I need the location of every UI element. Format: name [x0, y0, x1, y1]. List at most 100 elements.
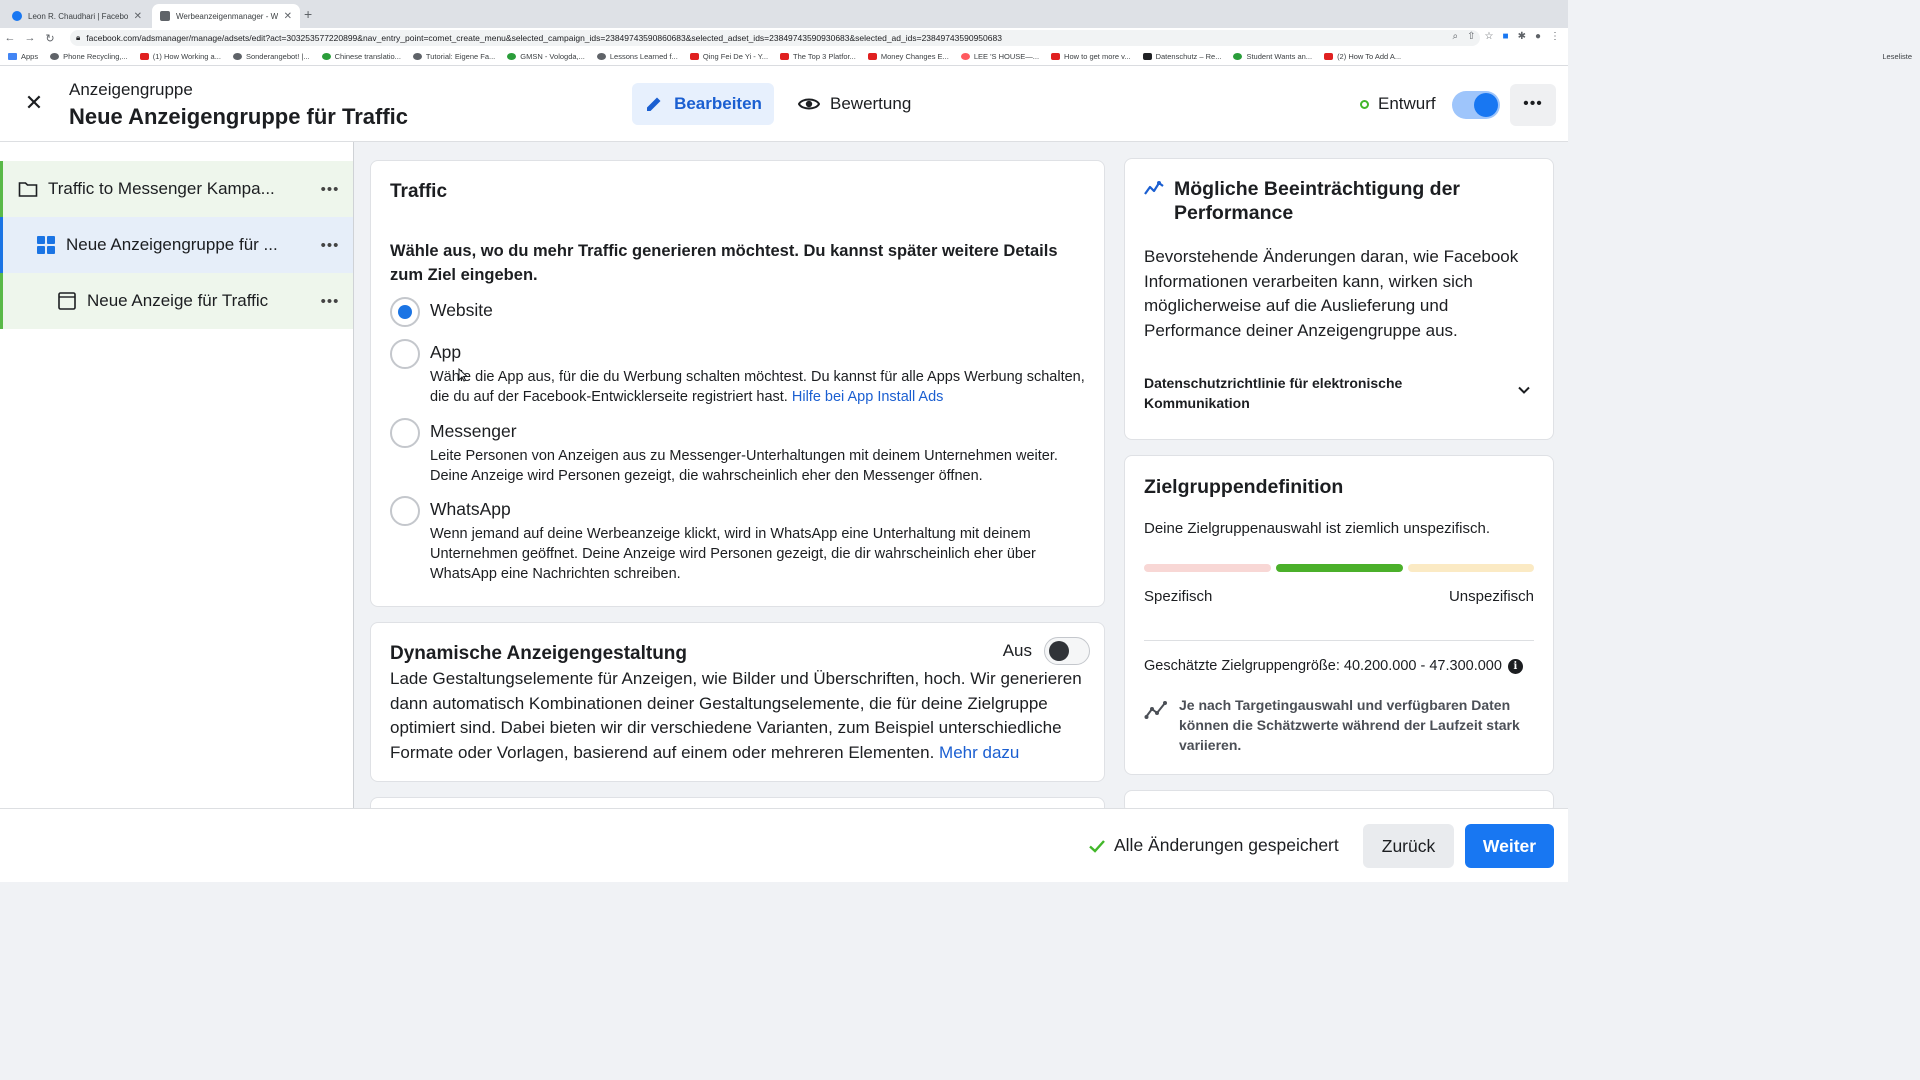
review-button[interactable]: Bewertung	[798, 83, 911, 125]
privacy-policy-expander[interactable]: Datenschutzrichtlinie für elektronische …	[1144, 373, 1474, 413]
bookmark-item[interactable]: Datenschutz – Re...	[1142, 52, 1221, 61]
page-title: Neue Anzeigengruppe für Traffic	[69, 104, 409, 129]
bookmark-item[interactable]: Tutorial: Eigene Fa...	[412, 52, 495, 61]
hashtag-icon	[412, 53, 422, 60]
performance-text: Bevorstehende Änderungen daran, wie Face…	[1144, 247, 1519, 340]
url-text: facebook.com/adsmanager/manage/adsets/ed…	[86, 33, 1002, 43]
bookmark-item[interactable]: Apps	[8, 52, 38, 61]
url-bar[interactable]: 🔒︎ facebook.com/adsmanager/manage/adsets…	[70, 30, 1480, 46]
profile-avatar-icon[interactable]: ●	[1535, 31, 1541, 42]
browser-tab-facebook[interactable]: Leon R. Chaudhari | Facebook ✕	[4, 4, 150, 28]
bookmark-item[interactable]: Money Changes E...	[867, 52, 949, 61]
chevron-down-icon[interactable]	[1517, 383, 1531, 397]
estimate-trend-icon	[1144, 701, 1167, 719]
meter-label-specific: Spezifisch	[1144, 588, 1213, 605]
browser-toolbar-icons: ⌕ ⇧ ☆ ■ ✱ ● ⋮	[1453, 31, 1560, 42]
ad-window-icon	[58, 292, 76, 310]
bookmark-item[interactable]: Chinese translatio...	[321, 52, 401, 61]
bookmark-item[interactable]: Lessons Learned f...	[596, 52, 678, 61]
radio-messenger[interactable]	[390, 418, 420, 448]
forward-arrow-icon[interactable]: →	[20, 32, 40, 44]
radio-website[interactable]	[390, 297, 420, 327]
audience-definition-card: Zielgruppendefinition Deine Zielgruppena…	[1124, 455, 1554, 775]
checkmark-icon	[1089, 839, 1105, 853]
traffic-lead-text: Wähle aus, wo du mehr Traffic generieren…	[390, 242, 1058, 284]
bookmark-favicon-icon	[232, 53, 242, 60]
audience-title: Zielgruppendefinition	[1144, 476, 1344, 498]
adsmanager-favicon-icon	[160, 11, 170, 21]
adset-active-toggle[interactable]	[1452, 91, 1500, 119]
bookmarks-bar: Apps Phone Recycling,... (1) How Working…	[0, 48, 1568, 66]
bookmark-item[interactable]: GMSN - Vologda,...	[507, 52, 585, 61]
option-label: Website	[430, 300, 493, 320]
browser-menu-icon[interactable]: ⋮	[1550, 31, 1560, 42]
extension-facebook-icon[interactable]: ■	[1503, 31, 1509, 42]
dynamic-creative-card: Dynamische Anzeigengestaltung Aus Lade G…	[370, 622, 1105, 782]
option-label: Messenger	[430, 421, 517, 441]
browser-tabbar: Leon R. Chaudhari | Facebook ✕ Werbeanze…	[0, 0, 1568, 28]
tab-close-icon[interactable]: ✕	[284, 11, 292, 22]
sidebar-item-more-icon[interactable]: •••	[307, 293, 353, 310]
bookmark-item[interactable]: (2) How To Add A...	[1324, 52, 1401, 61]
estimate-note: Je nach Targetingauswahl und verfügbaren…	[1179, 697, 1520, 753]
bookmark-favicon-icon	[507, 53, 517, 60]
close-icon[interactable]: ✕	[22, 92, 46, 116]
next-button[interactable]: Weiter	[1465, 824, 1554, 868]
back-arrow-icon[interactable]: ←	[0, 32, 20, 44]
performance-title: Mögliche Beeinträchtigung der Performanc…	[1174, 178, 1461, 224]
bookmark-item[interactable]: Qing Fei De Yi - Y...	[689, 52, 768, 61]
bookmark-item[interactable]: Student Wants an...	[1233, 52, 1312, 61]
review-button-label: Bewertung	[830, 94, 912, 113]
status-badge: Entwurf	[1360, 94, 1436, 114]
bookmark-item[interactable]: The Top 3 Platfor...	[780, 52, 856, 61]
bookmark-favicon-icon	[1142, 53, 1152, 60]
pencil-icon	[647, 97, 661, 111]
option-description: Wenn jemand auf deine Werbeanzeige klick…	[430, 526, 1036, 582]
sidebar-item-adset[interactable]: Neue Anzeigengruppe für ... •••	[0, 217, 353, 273]
tab-close-icon[interactable]: ✕	[134, 11, 142, 22]
bookmark-item[interactable]: LEE 'S HOUSE—...	[960, 52, 1039, 61]
toggle-knob	[1049, 641, 1069, 661]
share-icon[interactable]: ⇧	[1467, 31, 1475, 42]
reload-icon[interactable]: ↻	[40, 32, 60, 45]
radio-whatsapp[interactable]	[390, 496, 420, 526]
bookmark-favicon-icon	[321, 53, 331, 60]
dynamic-creative-title: Dynamische Anzeigengestaltung	[390, 643, 688, 664]
back-button[interactable]: Zurück	[1363, 824, 1454, 868]
zoom-icon[interactable]: ⌕	[1453, 31, 1459, 42]
traffic-card: Traffic Wähle aus, wo du mehr Traffic ge…	[370, 160, 1105, 607]
tab-label: Leon R. Chaudhari | Facebook	[28, 11, 128, 21]
dynamic-creative-toggle[interactable]	[1044, 637, 1090, 665]
extensions-puzzle-icon[interactable]: ✱	[1518, 31, 1526, 42]
footer-bar: Alle Änderungen gespeichert Zurück Weite…	[0, 808, 1568, 882]
facebook-favicon-icon	[12, 11, 22, 21]
status-dot-icon	[1360, 99, 1369, 109]
tab-label: Werbeanzeigenmanager - Wer	[176, 11, 278, 21]
reading-list[interactable]: Leseliste	[1882, 52, 1912, 61]
sidebar-item-ad[interactable]: Neue Anzeige für Traffic •••	[0, 273, 353, 329]
edit-button[interactable]: Bearbeiten	[632, 83, 774, 125]
info-icon[interactable]: i	[1507, 658, 1523, 674]
star-icon[interactable]: ☆	[1485, 31, 1494, 42]
bookmark-item[interactable]: Phone Recycling,...	[50, 52, 128, 61]
radio-app[interactable]	[390, 339, 420, 369]
sidebar-item-more-icon[interactable]: •••	[307, 181, 353, 198]
audience-text: Deine Zielgruppenauswahl ist ziemlich un…	[1144, 520, 1491, 537]
bookmark-favicon-icon	[596, 53, 606, 60]
learn-more-link[interactable]: Mehr dazu	[939, 743, 1019, 762]
bookmark-item[interactable]: Sonderangebot! |...	[232, 52, 310, 61]
folder-icon	[18, 182, 38, 197]
youtube-icon	[689, 53, 699, 60]
new-tab-icon[interactable]: +	[304, 6, 312, 22]
app-install-help-link[interactable]: Hilfe bei App Install Ads	[792, 389, 944, 405]
more-options-button[interactable]: •••	[1510, 84, 1556, 126]
browser-tab-adsmanager[interactable]: Werbeanzeigenmanager - Wer ✕	[152, 4, 300, 28]
bookmark-item[interactable]: How to get more v...	[1051, 52, 1131, 61]
sidebar-item-campaign[interactable]: Traffic to Messenger Kampa... •••	[0, 161, 353, 217]
mouse-cursor-icon	[458, 368, 468, 382]
option-label: App	[430, 342, 462, 362]
meter-label-broad: Unspezifisch	[1448, 588, 1534, 605]
sidebar-item-more-icon[interactable]: •••	[307, 237, 353, 254]
bookmark-item[interactable]: (1) How Working a...	[139, 52, 221, 61]
traffic-title: Traffic	[390, 181, 448, 202]
